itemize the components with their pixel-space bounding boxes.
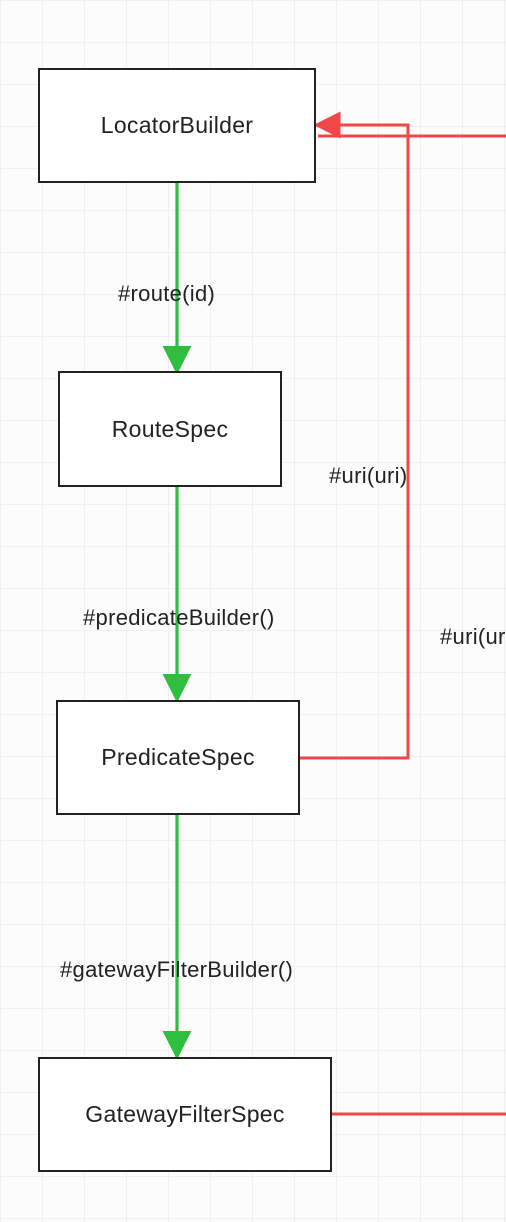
- edge-label-gateway-filter-builder: #gatewayFilterBuilder(): [60, 957, 293, 983]
- edge-label-predicate-builder: #predicateBuilder(): [83, 605, 275, 631]
- node-route-spec: RouteSpec: [58, 371, 282, 487]
- node-gateway-filter-spec: GatewayFilterSpec: [38, 1057, 332, 1172]
- edge-label-route-id: #route(id): [118, 281, 215, 307]
- edge-label-uri-ur: #uri(ur: [440, 624, 506, 650]
- node-label: GatewayFilterSpec: [85, 1101, 284, 1128]
- node-label: PredicateSpec: [101, 744, 255, 771]
- edge-label-uri-uri: #uri(uri): [329, 463, 408, 489]
- node-label: RouteSpec: [112, 416, 229, 443]
- node-predicate-spec: PredicateSpec: [56, 700, 300, 815]
- node-locator-builder: LocatorBuilder: [38, 68, 316, 183]
- node-label: LocatorBuilder: [101, 112, 254, 139]
